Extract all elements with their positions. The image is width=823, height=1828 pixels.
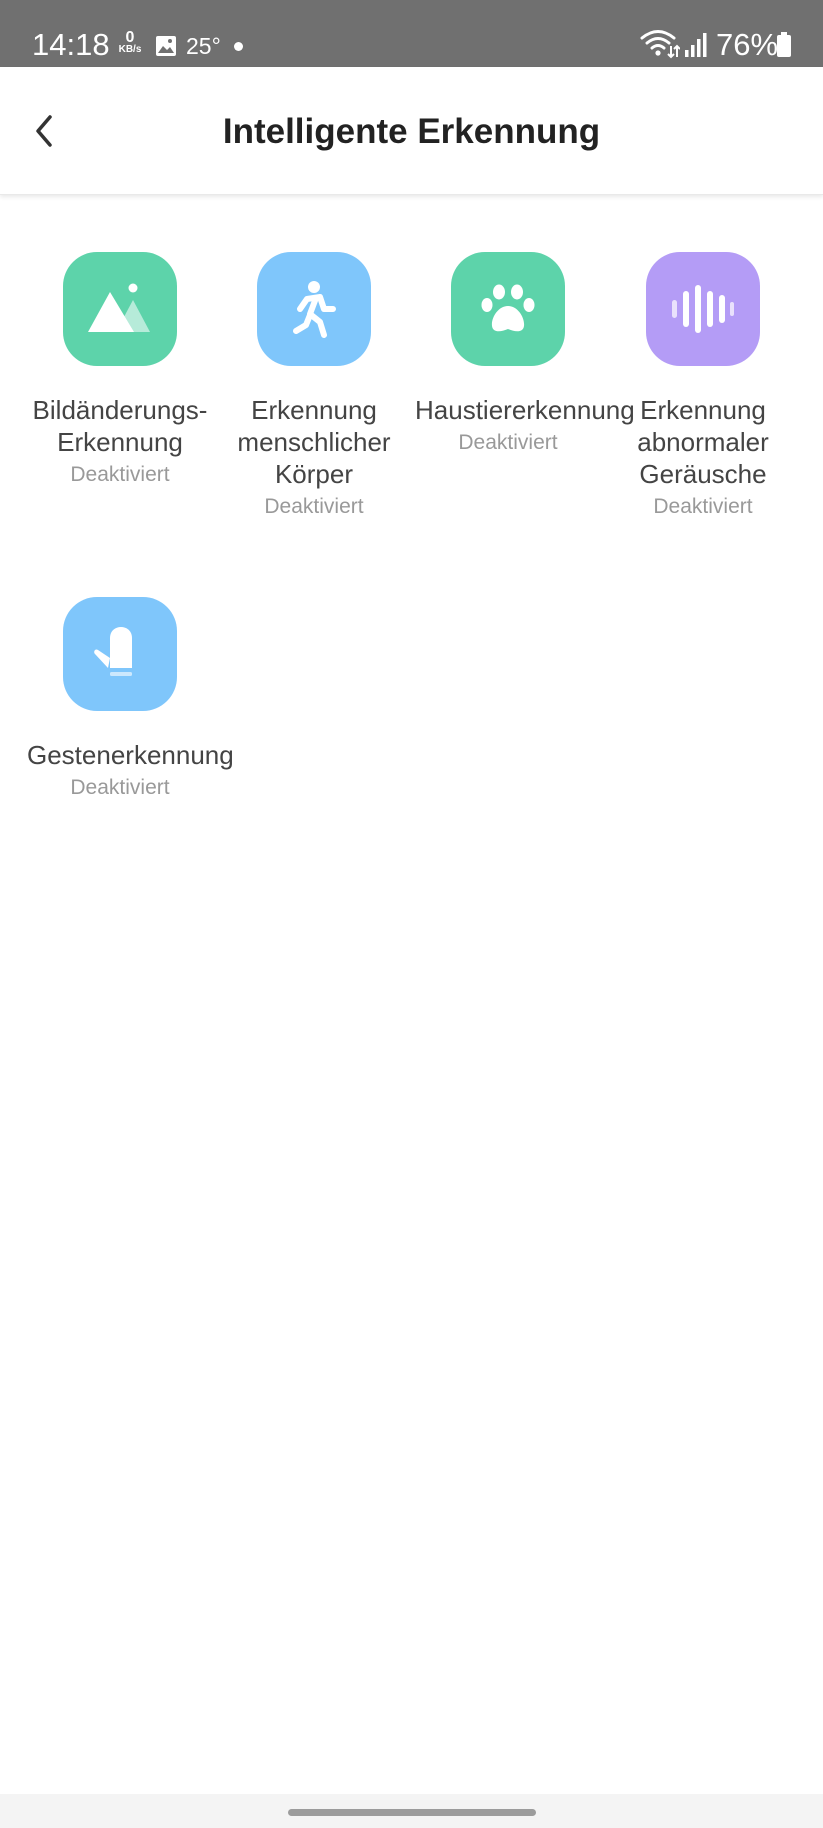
status-time: 14:18 xyxy=(32,27,110,62)
feature-image-change-detection[interactable]: Bildänderungs-Erkennung Deaktiviert xyxy=(27,252,213,490)
feature-icon-tile xyxy=(451,252,565,366)
feature-status: Deaktiviert xyxy=(264,495,364,518)
running-person-icon xyxy=(293,281,336,338)
feature-status: Deaktiviert xyxy=(70,776,170,799)
feature-icon-tile xyxy=(63,597,177,711)
feature-status: Deaktiviert xyxy=(70,463,170,486)
home-indicator[interactable] xyxy=(288,1809,536,1816)
feature-icon-tile xyxy=(257,252,371,366)
battery-percentage: 76% xyxy=(716,27,779,62)
feature-human-body-detection[interactable]: Erkennung menschlicher Körper Deaktivier… xyxy=(221,252,407,522)
wifi-icon xyxy=(640,30,680,59)
image-landscape-icon xyxy=(88,283,150,332)
feature-status: Deaktiviert xyxy=(458,431,558,454)
feature-label: Erkennung abnormaler Geräusche xyxy=(637,395,769,489)
feature-gesture-detection[interactable]: Gestenerkennung Deaktiviert xyxy=(27,597,234,803)
hand-gesture-icon xyxy=(94,627,132,676)
sound-wave-icon xyxy=(672,285,734,333)
signal-icon xyxy=(685,33,707,57)
network-speed-unit: KB/s xyxy=(118,44,142,55)
feature-icon-tile xyxy=(63,252,177,366)
header: Intelligente Erkennung xyxy=(0,67,823,195)
gallery-icon xyxy=(156,36,176,56)
status-bar: 14:18 0 KB/s 25° 76% xyxy=(0,0,823,67)
dot-icon xyxy=(234,42,243,51)
page-title: Intelligente Erkennung xyxy=(222,112,601,151)
feature-label: Gestenerkennung xyxy=(27,740,234,770)
feature-abnormal-sound-detection[interactable]: Erkennung abnormaler Geräusche Deaktivie… xyxy=(610,252,796,522)
navigation-bar xyxy=(0,1794,823,1828)
feature-label: Erkennung menschlicher Körper xyxy=(237,395,391,489)
feature-label: Haustiererkennung xyxy=(415,395,635,425)
paw-icon xyxy=(481,284,535,332)
feature-icon-tile xyxy=(646,252,760,366)
feature-status: Deaktiviert xyxy=(653,495,753,518)
status-temperature: 25° xyxy=(186,33,221,59)
network-speed-value: 0 xyxy=(125,29,135,46)
battery-icon xyxy=(777,32,791,57)
feature-pet-detection[interactable]: Haustiererkennung Deaktiviert xyxy=(415,252,635,458)
network-speed: 0 KB/s xyxy=(116,29,144,56)
feature-label: Bildänderungs-Erkennung xyxy=(32,395,208,457)
